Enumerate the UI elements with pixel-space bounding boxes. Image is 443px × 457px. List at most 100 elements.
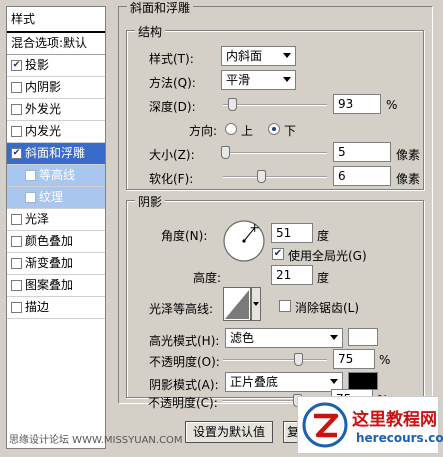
style-item-label: 纹理 bbox=[39, 190, 64, 204]
technique-value: 平滑 bbox=[226, 73, 251, 87]
style-item-label: 投影 bbox=[25, 58, 50, 72]
set-default-button[interactable]: 设置为默认值 bbox=[185, 421, 273, 443]
direction-up-label: 上 bbox=[241, 124, 254, 138]
style-item-checkbox[interactable] bbox=[25, 170, 36, 181]
highlight-opacity-input[interactable]: 75 bbox=[333, 349, 375, 369]
style-item-checkbox[interactable] bbox=[11, 82, 22, 93]
gloss-contour-label: 光泽等高线: bbox=[149, 302, 214, 316]
chevron-down-icon bbox=[283, 53, 291, 58]
style-item-7[interactable]: 光泽 bbox=[7, 209, 105, 231]
global-light-label: 使用全局光(G) bbox=[288, 249, 367, 263]
style-item-label: 图案叠加 bbox=[25, 278, 74, 292]
shading-group: 阴影 角度(N): 51 度 ✔ 使用全局光(G) 高度: 21 度 光泽等高线… bbox=[126, 193, 424, 398]
gloss-contour-picker[interactable] bbox=[223, 287, 261, 321]
soften-unit: 像素 bbox=[396, 172, 421, 186]
style-item-label: 等高线 bbox=[39, 168, 76, 182]
soften-slider-thumb[interactable] bbox=[256, 170, 266, 183]
depth-input[interactable]: 93 bbox=[333, 94, 381, 114]
style-item-checkbox[interactable]: ✔ bbox=[11, 148, 22, 159]
size-slider-thumb[interactable] bbox=[221, 146, 230, 159]
direction-label: 方向: bbox=[189, 124, 218, 138]
bevel-emboss-panel: 斜面和浮雕 结构 样式(T): 内斜面 方法(Q): 平滑 深度(D): 93 … bbox=[118, 0, 433, 410]
style-item-4[interactable]: ✔ 斜面和浮雕 bbox=[7, 143, 105, 165]
structure-title: 结构 bbox=[135, 23, 166, 40]
direction-down-radio[interactable] bbox=[268, 123, 280, 135]
angle-dial[interactable] bbox=[221, 218, 267, 264]
depth-slider-thumb[interactable] bbox=[228, 98, 238, 111]
style-item-label: 外发光 bbox=[25, 102, 62, 116]
style-item-11[interactable]: 描边 bbox=[7, 297, 105, 319]
shadow-color-swatch[interactable] bbox=[348, 372, 378, 390]
shadow-mode-label: 阴影模式(A): bbox=[149, 378, 219, 392]
style-item-1[interactable]: 内阴影 bbox=[7, 77, 105, 99]
direction-down-label: 下 bbox=[284, 124, 297, 138]
size-input[interactable]: 5 bbox=[333, 142, 391, 162]
chevron-down-icon bbox=[330, 335, 338, 340]
shading-title: 阴影 bbox=[135, 193, 166, 210]
technique-select[interactable]: 平滑 bbox=[221, 70, 296, 90]
shadow-mode-value: 正片叠底 bbox=[230, 375, 279, 389]
altitude-input[interactable]: 21 bbox=[271, 265, 313, 285]
style-item-checkbox[interactable] bbox=[11, 258, 22, 269]
style-item-10[interactable]: 图案叠加 bbox=[7, 275, 105, 297]
style-item-checkbox[interactable] bbox=[11, 302, 22, 313]
size-unit: 像素 bbox=[396, 148, 421, 162]
chevron-down-icon bbox=[283, 77, 291, 82]
style-item-3[interactable]: 内发光 bbox=[7, 121, 105, 143]
style-item-checkbox[interactable]: ✔ bbox=[11, 60, 22, 71]
highlight-opacity-slider-thumb[interactable] bbox=[294, 353, 303, 366]
technique-label: 方法(Q): bbox=[149, 76, 196, 90]
style-item-0[interactable]: ✔ 投影 bbox=[7, 55, 105, 77]
panel-title: 斜面和浮雕 bbox=[127, 0, 194, 16]
antialias-label: 消除锯齿(L) bbox=[295, 301, 360, 315]
style-item-label: 内发光 bbox=[25, 124, 62, 138]
highlight-opacity-label: 不透明度(O): bbox=[149, 355, 220, 369]
shadow-opacity-label: 不透明度(C): bbox=[148, 396, 218, 410]
soften-slider[interactable] bbox=[223, 176, 327, 178]
style-item-checkbox[interactable] bbox=[11, 104, 22, 115]
style-item-label: 内阴影 bbox=[25, 80, 62, 94]
style-item-checkbox[interactable] bbox=[25, 192, 36, 203]
style-item-6[interactable]: 纹理 bbox=[7, 187, 105, 209]
highlight-opacity-slider[interactable] bbox=[223, 359, 327, 361]
size-label: 大小(Z): bbox=[149, 148, 195, 162]
style-item-2[interactable]: 外发光 bbox=[7, 99, 105, 121]
highlight-mode-select[interactable]: 滤色 bbox=[225, 328, 343, 348]
global-light-checkbox[interactable]: ✔ bbox=[272, 248, 284, 260]
style-list-header: 样式 bbox=[7, 7, 105, 33]
check-icon: ✔ bbox=[273, 248, 283, 259]
style-item-checkbox[interactable] bbox=[11, 236, 22, 247]
style-item-label: 描边 bbox=[25, 300, 50, 314]
direction-up-radio[interactable] bbox=[225, 123, 237, 135]
style-item-checkbox[interactable] bbox=[11, 214, 22, 225]
depth-unit: % bbox=[386, 98, 398, 112]
chevron-down-icon bbox=[330, 379, 338, 384]
watermark-url: herecours.com bbox=[356, 431, 443, 445]
style-item-label: 渐变叠加 bbox=[25, 256, 74, 270]
style-item-label: 混合选项:默认 bbox=[11, 36, 88, 50]
site-watermark: 这里教程网 herecours.com bbox=[297, 396, 443, 454]
style-item-blend-options[interactable]: 混合选项:默认 bbox=[7, 33, 105, 55]
style-item-label: 斜面和浮雕 bbox=[25, 146, 86, 160]
angle-label: 角度(N): bbox=[161, 229, 208, 243]
depth-slider[interactable] bbox=[223, 104, 327, 106]
style-item-checkbox[interactable] bbox=[11, 126, 22, 137]
angle-input[interactable]: 51 bbox=[271, 223, 313, 243]
shadow-mode-select[interactable]: 正片叠底 bbox=[225, 372, 343, 392]
highlight-mode-value: 滤色 bbox=[230, 331, 255, 345]
style-item-label: 光泽 bbox=[25, 212, 50, 226]
style-item-5[interactable]: 等高线 bbox=[7, 165, 105, 187]
style-item-9[interactable]: 渐变叠加 bbox=[7, 253, 105, 275]
highlight-color-swatch[interactable] bbox=[348, 328, 378, 346]
highlight-opacity-unit: % bbox=[379, 353, 391, 367]
style-item-8[interactable]: 颜色叠加 bbox=[7, 231, 105, 253]
soften-label: 软化(F): bbox=[149, 172, 194, 186]
antialias-checkbox[interactable] bbox=[279, 300, 291, 312]
angle-unit: 度 bbox=[317, 229, 330, 243]
style-item-checkbox[interactable] bbox=[11, 280, 22, 291]
altitude-label: 高度: bbox=[193, 271, 222, 285]
size-slider[interactable] bbox=[223, 152, 327, 154]
bevel-style-value: 内斜面 bbox=[226, 49, 263, 63]
bevel-style-select[interactable]: 内斜面 bbox=[221, 46, 296, 66]
soften-input[interactable]: 6 bbox=[333, 166, 391, 186]
